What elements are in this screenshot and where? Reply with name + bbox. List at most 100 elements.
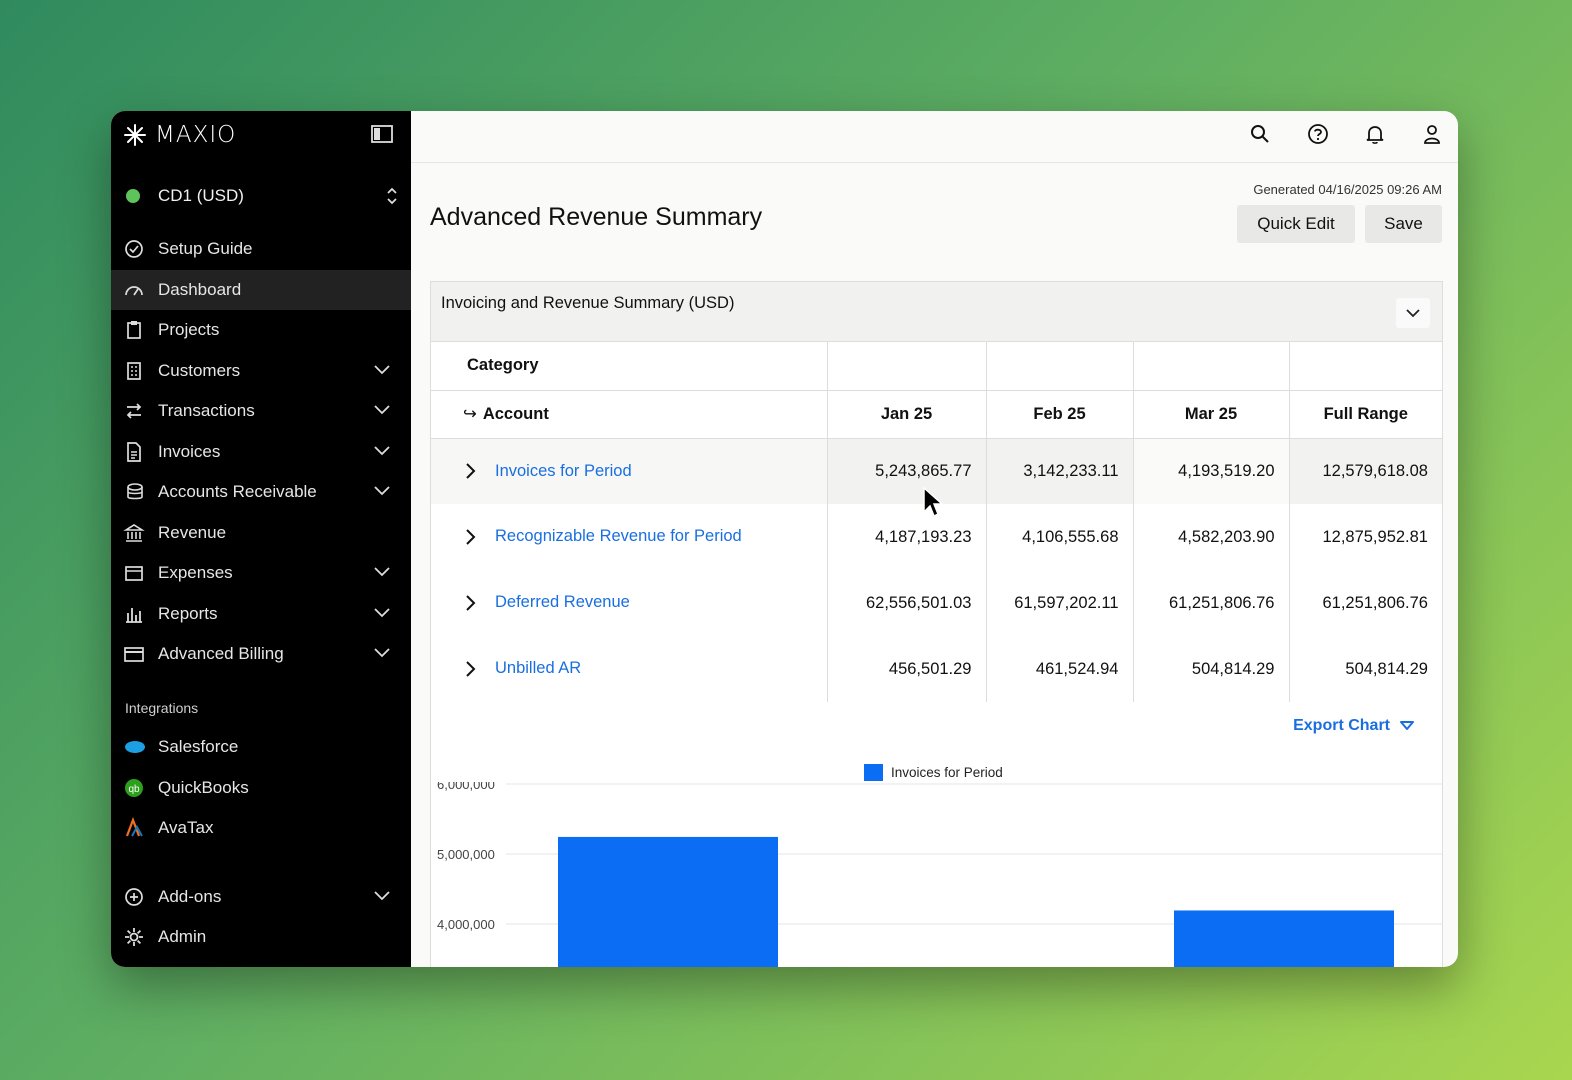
- column-header[interactable]: Mar 25: [1133, 390, 1290, 439]
- main-content: Generated 04/16/2025 09:26 AM Advanced R…: [411, 111, 1458, 967]
- document-icon: [123, 441, 145, 463]
- chevron-right-icon[interactable]: [459, 594, 481, 612]
- header-spacer: [986, 342, 1134, 391]
- y-tick-label: 5,000,000: [437, 847, 495, 862]
- value-cell: 456,501.29: [827, 636, 987, 702]
- account-link[interactable]: Invoices for Period: [495, 462, 632, 480]
- clipboard-icon: [123, 319, 145, 341]
- avatax-icon: [123, 817, 145, 839]
- account-header-label: Account: [482, 405, 549, 423]
- gear-icon: [123, 926, 145, 948]
- account-link[interactable]: Recognizable Revenue for Period: [495, 528, 742, 546]
- sidebar-item-setup-guide[interactable]: Setup Guide: [111, 229, 411, 269]
- sidebar-item-add-ons[interactable]: Add-ons: [111, 877, 411, 917]
- chevron-right-icon[interactable]: [459, 462, 481, 480]
- export-chart-label: Export Chart: [1293, 717, 1390, 734]
- value-cell: 4,582,203.90: [1133, 504, 1290, 570]
- sidebar-collapse-icon[interactable]: [371, 125, 393, 143]
- value-cell: 4,193,519.20: [1133, 438, 1290, 504]
- nav-label: Add-ons: [158, 887, 222, 906]
- search-icon[interactable]: [1249, 123, 1271, 145]
- value-cell: 12,875,952.81: [1322, 527, 1428, 546]
- chevron-down-icon: [374, 608, 390, 618]
- integration-avatax[interactable]: AvaTax: [111, 808, 411, 848]
- account-cell: Deferred Revenue: [431, 570, 828, 636]
- header-spacer: [827, 342, 987, 391]
- org-status-dot: [126, 189, 140, 203]
- nav-label: Revenue: [158, 523, 227, 542]
- value-cell: 61,251,806.76: [1133, 570, 1290, 636]
- help-icon[interactable]: [1307, 123, 1329, 145]
- coins-icon: [123, 481, 145, 503]
- bell-icon[interactable]: [1364, 123, 1386, 145]
- header-spacer: [1133, 342, 1290, 391]
- nav-label: Advanced Billing: [158, 644, 284, 663]
- account-link[interactable]: Deferred Revenue: [495, 594, 630, 612]
- top-bar: [411, 111, 1458, 163]
- nav-label: Reports: [158, 604, 218, 623]
- account-cell: Recognizable Revenue for Period: [431, 504, 828, 570]
- sidebar-item-projects[interactable]: Projects: [111, 310, 411, 350]
- panel-collapse-button[interactable]: [1396, 298, 1430, 328]
- account-cell: Invoices for Period: [431, 438, 828, 504]
- brand-name: MAXIO: [155, 122, 237, 148]
- value-cell: 504,814.29: [1133, 636, 1290, 702]
- sidebar-item-advanced-billing[interactable]: Advanced Billing: [111, 634, 411, 674]
- app-window: MAXIO CD1 (USD) Setup Guide Dashboard Proj…: [111, 111, 1458, 967]
- value-cell: 4,106,555.68: [986, 504, 1134, 570]
- sidebar-item-revenue[interactable]: Revenue: [111, 513, 411, 553]
- bar-jan-25[interactable]: [558, 836, 778, 967]
- nav-label: Admin: [158, 927, 207, 946]
- revenue-bar-chart: 6,000,000 5,000,000 4,000,000: [437, 782, 1442, 967]
- salesforce-icon: [123, 736, 145, 758]
- building-icon: [123, 360, 145, 382]
- category-header: Category: [431, 342, 828, 391]
- bar-mar-25[interactable]: [1174, 910, 1394, 967]
- maxio-logo-icon: [124, 124, 146, 146]
- integration-salesforce[interactable]: Salesforce: [111, 727, 411, 767]
- nav-label: Setup Guide: [158, 239, 253, 258]
- column-header[interactable]: Jan 25: [827, 390, 987, 439]
- sidebar-item-reports[interactable]: Reports: [111, 594, 411, 634]
- account-link[interactable]: Unbilled AR: [495, 660, 581, 678]
- sidebar-item-customers[interactable]: Customers: [111, 351, 411, 391]
- y-tick-label: 6,000,000: [437, 782, 495, 792]
- generated-timestamp: Generated 04/16/2025 09:26 AM: [1253, 182, 1442, 197]
- chevron-right-icon[interactable]: [459, 528, 481, 546]
- panel-header: Invoicing and Revenue Summary (USD): [431, 282, 1442, 342]
- value-cell: 461,524.94: [986, 636, 1134, 702]
- updown-chevron-icon: [387, 187, 397, 205]
- integration-quickbooks[interactable]: qb QuickBooks: [111, 768, 411, 808]
- legend-label: Invoices for Period: [891, 765, 1003, 780]
- chevron-down-icon: [374, 891, 390, 901]
- chevron-right-icon[interactable]: [459, 660, 481, 678]
- plus-circle-icon: [123, 886, 145, 908]
- wallet-icon: [123, 562, 145, 584]
- sidebar-item-dashboard[interactable]: Dashboard: [111, 270, 411, 310]
- account-header: ↪ Account: [431, 390, 828, 439]
- integrations-label: Integrations: [125, 700, 199, 716]
- sidebar-item-transactions[interactable]: Transactions: [111, 391, 411, 431]
- sidebar-item-invoices[interactable]: Invoices: [111, 432, 411, 472]
- table-row: Deferred Revenue 62,556,501.03 61,597,202.…: [431, 570, 1442, 636]
- sidebar-item-expenses[interactable]: Expenses: [111, 553, 411, 593]
- chevron-down-icon: [374, 567, 390, 577]
- bar-chart-icon: [123, 603, 145, 625]
- column-header[interactable]: Feb 25: [986, 390, 1134, 439]
- sidebar-item-accounts-receivable[interactable]: Accounts Receivable: [111, 472, 411, 512]
- panel-title: Invoicing and Revenue Summary (USD): [441, 294, 735, 312]
- org-switcher[interactable]: CD1 (USD): [123, 183, 399, 209]
- chart-legend[interactable]: Invoices for Period: [864, 764, 1003, 781]
- sidebar-item-admin[interactable]: Admin: [111, 917, 411, 957]
- value-cell: 5,243,865.77: [827, 438, 987, 504]
- export-chart-button[interactable]: Export Chart: [1293, 717, 1414, 735]
- column-header[interactable]: Full Range: [1289, 390, 1442, 439]
- brand-logo[interactable]: MAXIO: [123, 122, 236, 148]
- quick-edit-button[interactable]: Quick Edit: [1237, 205, 1355, 243]
- page-title: Advanced Revenue Summary: [430, 203, 763, 231]
- save-button[interactable]: Save: [1365, 205, 1442, 243]
- nav-label: Customers: [158, 361, 241, 380]
- arrows-icon: [123, 400, 145, 422]
- user-icon[interactable]: [1421, 123, 1443, 145]
- y-tick-label: 4,000,000: [437, 917, 495, 932]
